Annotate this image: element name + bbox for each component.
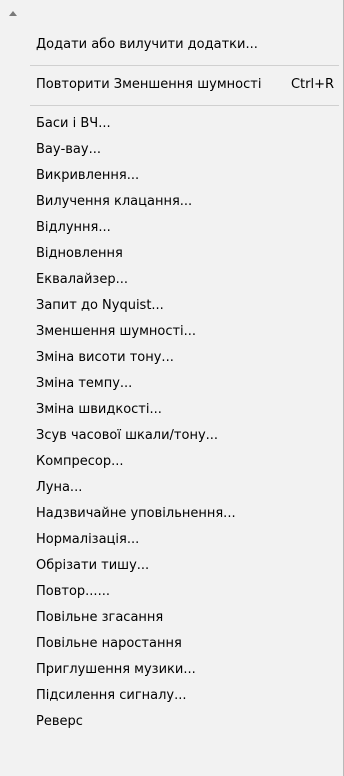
menu-item-effect[interactable]: Луна... xyxy=(0,476,344,500)
menu-item-add-remove-plugins[interactable]: Додати або вилучити додатки... xyxy=(0,33,344,57)
menu-item-label: Компресор... xyxy=(36,454,124,469)
menu-item-label: Додати або вилучити додатки... xyxy=(36,37,258,52)
menu-item-label: Відновлення xyxy=(36,246,123,261)
menu-item-effect[interactable]: Вау-вау... xyxy=(0,138,344,162)
menu-item-label: Повторити Зменшення шумності xyxy=(36,77,262,92)
menu-item-label: Викривлення... xyxy=(36,168,140,183)
menu-item-effect[interactable]: Відлуння... xyxy=(0,216,344,240)
menu-item-label: Вау-вау... xyxy=(36,142,101,157)
menu-item-label: Зміна висоти тону... xyxy=(36,350,174,365)
menu-item-effect[interactable]: Зміна висоти тону... xyxy=(0,346,344,370)
menu-item-effect[interactable]: Еквалайзер... xyxy=(0,268,344,292)
menu-item-effect[interactable]: Зміна швидкості... xyxy=(0,398,344,422)
menu-item-effect[interactable]: Вилучення клацання... xyxy=(0,190,344,214)
menu-item-label: Зменшення шумності... xyxy=(36,324,197,339)
menu-item-effect[interactable]: Зменшення шумності... xyxy=(0,320,344,344)
chevron-up-icon xyxy=(9,11,17,16)
menu-item-label: Еквалайзер... xyxy=(36,272,128,287)
menu-item-shortcut: Ctrl+R xyxy=(290,77,334,92)
menu-item-label: Повільне наростання xyxy=(36,636,182,651)
menu-item-label: Повтор...... xyxy=(36,584,110,599)
menu-item-effect[interactable]: Реверс xyxy=(0,710,344,734)
menu-item-effect[interactable]: Надзвичайне уповільнення... xyxy=(0,502,344,526)
menu-item-effect[interactable]: Повтор...... xyxy=(0,580,344,604)
menu-item-label: Надзвичайне уповільнення... xyxy=(36,506,236,521)
menu-item-effect[interactable]: Зміна темпу... xyxy=(0,372,344,396)
menu-item-effect[interactable]: Повільне згасання xyxy=(0,606,344,630)
menu-item-label: Приглушення музики... xyxy=(36,662,196,677)
scroll-up-button[interactable] xyxy=(0,0,344,26)
menu-item-label: Обрізати тишу... xyxy=(36,558,150,573)
menu-item-effect[interactable]: Баси і ВЧ... xyxy=(0,112,344,136)
menu-item-label: Реверс xyxy=(36,714,83,729)
menu-item-label: Баси і ВЧ... xyxy=(36,116,111,131)
effects-menu: Додати або вилучити додатки... Повторити… xyxy=(0,0,344,776)
menu-item-label: Вилучення клацання... xyxy=(36,194,193,209)
menu-separator xyxy=(30,65,339,66)
menu-item-label: Зсув часової шкали/тону... xyxy=(36,428,219,443)
menu-item-effect[interactable]: Компресор... xyxy=(0,450,344,474)
menu-item-effect[interactable]: Приглушення музики... xyxy=(0,658,344,682)
menu-item-label: Луна... xyxy=(36,480,83,495)
menu-item-effect[interactable]: Повільне наростання xyxy=(0,632,344,656)
menu-item-effect[interactable]: Запит до Nyquist... xyxy=(0,294,344,318)
menu-item-label: Відлуння... xyxy=(36,220,111,235)
menu-item-label: Нормалізація... xyxy=(36,532,140,547)
menu-separator xyxy=(30,105,339,106)
menu-item-label: Повільне згасання xyxy=(36,610,164,625)
menu-item-label: Підсилення сигналу... xyxy=(36,688,187,703)
menu-item-effect[interactable]: Нормалізація... xyxy=(0,528,344,552)
menu-item-effect[interactable]: Обрізати тишу... xyxy=(0,554,344,578)
menu-item-effect[interactable]: Підсилення сигналу... xyxy=(0,684,344,708)
menu-item-repeat-last-effect[interactable]: Повторити Зменшення шумності Ctrl+R xyxy=(0,73,344,97)
menu-item-label: Запит до Nyquist... xyxy=(36,298,164,313)
menu-item-effect[interactable]: Зсув часової шкали/тону... xyxy=(0,424,344,448)
menu-item-label: Зміна темпу... xyxy=(36,376,133,391)
menu-item-effect[interactable]: Відновлення xyxy=(0,242,344,266)
menu-item-effect[interactable]: Викривлення... xyxy=(0,164,344,188)
menu-item-label: Зміна швидкості... xyxy=(36,402,162,417)
